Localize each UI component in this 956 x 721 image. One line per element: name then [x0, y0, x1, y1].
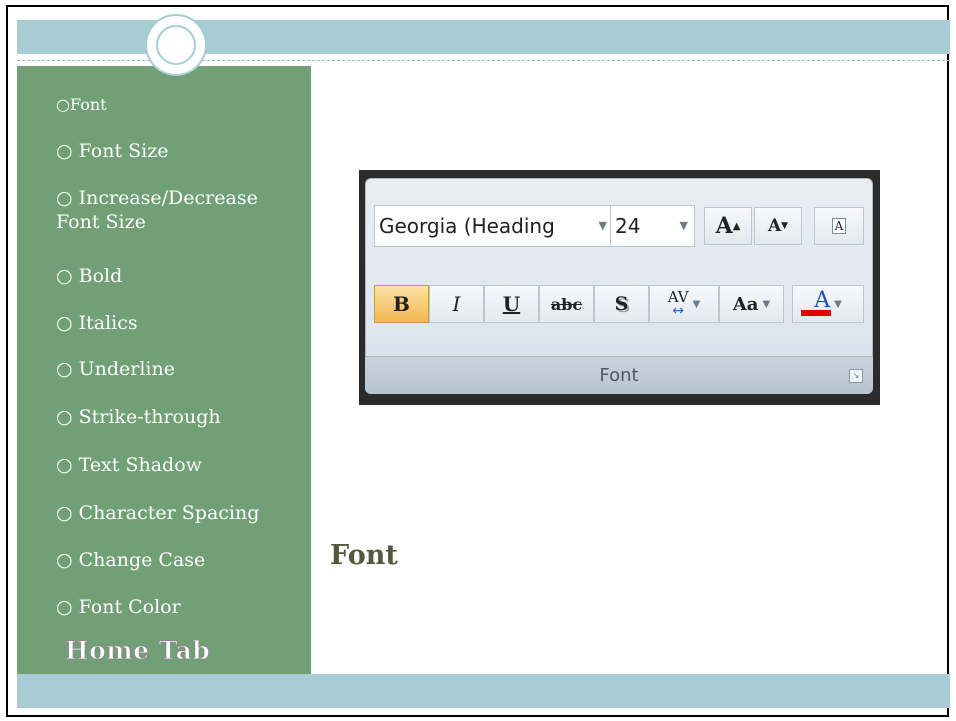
list-item: ○ Change Case — [56, 549, 206, 571]
shrink-font-button[interactable]: A ▼ — [754, 207, 802, 245]
chevron-down-icon: ▼ — [598, 219, 607, 232]
list-item: ○ Font Color — [56, 596, 181, 618]
list-item: ○ Font Size — [56, 140, 169, 162]
character-spacing-text: AV — [667, 288, 689, 306]
up-caret-icon: ▲ — [732, 220, 741, 232]
list-item: ○ Text Shadow — [56, 454, 202, 476]
strikethrough-button[interactable]: abc — [539, 285, 594, 323]
bold-icon: B — [393, 292, 410, 316]
text-shadow-button[interactable]: S — [594, 285, 649, 323]
underline-button[interactable]: U — [484, 285, 539, 323]
down-caret-icon: ▼ — [781, 221, 789, 231]
font-color-icon: A — [814, 287, 831, 313]
list-item: ○Font — [56, 95, 107, 114]
font-color-swatch — [801, 310, 831, 316]
list-item: ○ Strike-through — [56, 406, 221, 428]
list-item: ○ Bold — [56, 265, 123, 287]
dialog-launcher-icon[interactable]: ↘ — [849, 369, 863, 383]
chevron-down-icon: ▼ — [679, 219, 688, 232]
ribbon-group-label: Font — [599, 365, 639, 386]
list-item: ○ Underline — [56, 358, 175, 380]
grow-font-icon: A — [715, 213, 733, 239]
sidebar-panel: ○Font ○ Font Size ○ Increase/Decrease Fo… — [17, 66, 311, 674]
underline-icon: U — [502, 292, 521, 316]
list-item: ○ Increase/Decrease Font Size — [56, 187, 258, 233]
decorative-circle — [145, 14, 207, 76]
shrink-font-icon: A — [767, 216, 782, 236]
font-size-combobox[interactable]: 24 ▼ — [610, 205, 695, 247]
strikethrough-icon: abc — [550, 294, 583, 314]
font-name-combobox[interactable]: Georgia (Heading ▼ — [374, 205, 614, 247]
font-size-value: 24 — [615, 214, 641, 238]
italic-icon: I — [452, 292, 461, 316]
list-item: ○ Italics — [56, 312, 138, 334]
clear-formatting-icon: A — [831, 218, 847, 234]
text-shadow-icon: S — [614, 293, 629, 315]
change-case-button[interactable]: Aa ▼ — [719, 285, 784, 323]
clear-formatting-button[interactable]: A — [814, 207, 864, 245]
home-tab-label: Home Tab — [64, 636, 211, 666]
bold-button[interactable]: B — [374, 285, 429, 323]
font-name-value: Georgia (Heading — [379, 214, 555, 238]
double-arrow-icon: ↔ — [672, 303, 685, 319]
chevron-down-icon: ▼ — [692, 298, 701, 310]
caption-title: Font — [330, 540, 398, 571]
change-case-icon: Aa — [732, 293, 759, 315]
italic-button[interactable]: I — [429, 285, 484, 323]
chevron-down-icon: ▼ — [762, 298, 771, 310]
chevron-down-icon: ▼ — [834, 298, 842, 310]
ribbon-group-footer: Font ↘ — [365, 356, 873, 394]
list-item: ○ Character Spacing — [56, 502, 260, 524]
character-spacing-icon: AV ↔ — [667, 288, 689, 319]
character-spacing-button[interactable]: AV ↔ ▼ — [649, 285, 719, 323]
decorative-circle-inner — [156, 25, 196, 65]
ribbon-screenshot: Georgia (Heading ▼ 24 ▼ A ▲ A ▼ A B I U ab… — [359, 170, 880, 405]
grow-font-button[interactable]: A ▲ — [704, 207, 752, 245]
bottom-band — [17, 674, 950, 708]
font-color-button[interactable]: A ▼ — [792, 285, 864, 323]
